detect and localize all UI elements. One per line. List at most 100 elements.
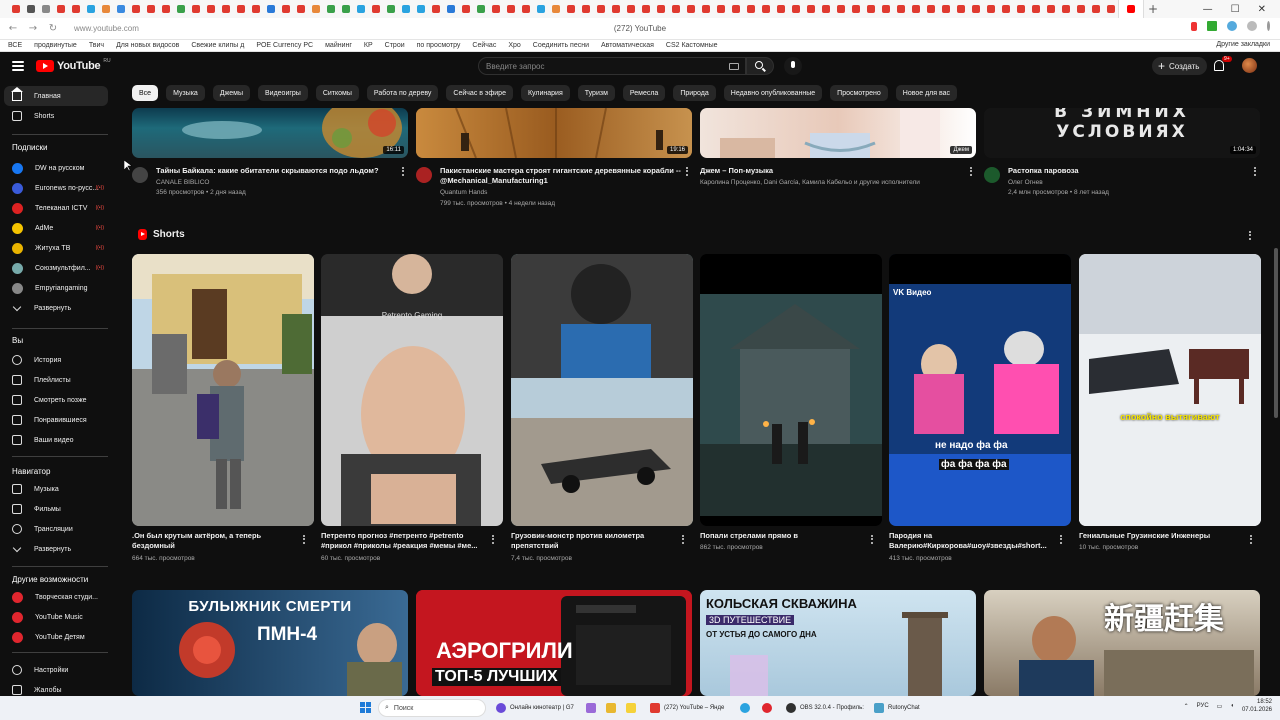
- video-title[interactable]: Джем – Поп-музыка: [700, 166, 962, 176]
- sidebar-subscription[interactable]: Житуха ТВ ((•)): [4, 238, 108, 258]
- short-thumbnail[interactable]: [700, 254, 882, 526]
- short-more-icon[interactable]: [682, 535, 685, 545]
- browser-tab[interactable]: [803, 0, 818, 18]
- browser-tab[interactable]: [293, 0, 308, 18]
- browser-tab[interactable]: [83, 0, 98, 18]
- browser-tab[interactable]: [173, 0, 188, 18]
- sidebar-subscription[interactable]: Empyriangaming: [4, 278, 108, 298]
- video-thumbnail[interactable]: АЭРОГРИЛИ ТОП-5 ЛУЧШИХ: [416, 590, 692, 696]
- taskbar-app-folder[interactable]: [606, 699, 616, 717]
- sidebar-subscription[interactable]: Союзмультфил... ((•)): [4, 258, 108, 278]
- browser-tab[interactable]: [728, 0, 743, 18]
- short-title[interactable]: Гениальные Грузинские Инженеры: [1079, 531, 1244, 541]
- taskbar-app-notes[interactable]: [626, 699, 636, 717]
- network-icon[interactable]: ▭: [1217, 703, 1223, 710]
- back-icon[interactable]: ←: [6, 23, 20, 34]
- subscriptions-heading[interactable]: Подписки: [12, 143, 47, 152]
- browser-tab[interactable]: [338, 0, 353, 18]
- chip-1[interactable]: Музыка: [166, 85, 205, 101]
- extension-icon[interactable]: [1227, 21, 1237, 31]
- short-more-icon[interactable]: [492, 535, 495, 545]
- chip-4[interactable]: Ситкомы: [315, 85, 359, 101]
- sidebar-subscription[interactable]: Телеканал ICTV ((•)): [4, 198, 108, 218]
- browser-tab[interactable]: [998, 0, 1013, 18]
- windows-start-icon[interactable]: [360, 702, 371, 713]
- browser-tab[interactable]: [128, 0, 143, 18]
- browser-tab[interactable]: [158, 0, 173, 18]
- video-title[interactable]: Пакистанские мастера строят гигантские д…: [440, 166, 684, 186]
- browser-tab[interactable]: [98, 0, 113, 18]
- taskbar-app-opera[interactable]: [762, 699, 772, 717]
- voice-search-button[interactable]: [784, 57, 802, 75]
- bookmark-item[interactable]: по просмотру: [417, 42, 461, 49]
- taskbar-app-telegram[interactable]: [740, 699, 750, 717]
- browser-tab[interactable]: [1043, 0, 1058, 18]
- volume-icon[interactable]: ◖: [1230, 703, 1234, 709]
- video-thumbnail[interactable]: БУЛЫЖНИК СМЕРТИ ПМН-4: [132, 590, 408, 696]
- maximize-icon[interactable]: ☐: [1231, 4, 1240, 15]
- bookmark-item[interactable]: КР: [364, 42, 373, 49]
- taskbar-app-kinoteatr[interactable]: Онлайн кинотеатр | G7: [496, 699, 574, 717]
- browser-tab[interactable]: [218, 0, 233, 18]
- chip-8[interactable]: Туризм: [577, 85, 615, 101]
- sidebar-item-flag[interactable]: Жалобы: [4, 680, 108, 696]
- bookmark-item[interactable]: Хро: [508, 42, 520, 49]
- short-more-icon[interactable]: [1060, 535, 1063, 545]
- sidebar-item-yt-kids[interactable]: YouTube Детям: [4, 627, 108, 647]
- browser-tab[interactable]: [968, 0, 983, 18]
- sidebar-subscription[interactable]: DW на русском: [4, 158, 108, 178]
- chip-3[interactable]: Видеоигры: [258, 85, 308, 101]
- bookmark-item[interactable]: Автоматическая: [601, 42, 654, 49]
- bookmark-item[interactable]: CS2 Кастомные: [666, 42, 718, 49]
- short-more-icon[interactable]: [1250, 535, 1253, 545]
- video-channel[interactable]: Каролина Проценко, Dani García, Камила К…: [700, 178, 962, 188]
- profile-icon[interactable]: [1247, 21, 1257, 31]
- sidebar-item-film[interactable]: Фильмы: [4, 499, 108, 519]
- browser-tab[interactable]: [548, 0, 563, 18]
- sidebar-expand[interactable]: Развернуть: [4, 298, 108, 318]
- short-thumbnail[interactable]: Petrento Gaming: [321, 254, 503, 526]
- shorts-more-icon[interactable]: [1249, 231, 1252, 241]
- short-title[interactable]: Грузовик-монстр против километра препятс…: [511, 531, 676, 551]
- sidebar-item-music[interactable]: Музыка: [4, 479, 108, 499]
- browser-tab[interactable]: [668, 0, 683, 18]
- browser-menu-icon[interactable]: [1267, 21, 1270, 31]
- sidebar-item-studio[interactable]: Творческая студи...: [4, 587, 108, 607]
- browser-tab[interactable]: [473, 0, 488, 18]
- new-tab-button[interactable]: +: [1148, 2, 1158, 16]
- browser-tab[interactable]: [503, 0, 518, 18]
- browser-tab[interactable]: [518, 0, 533, 18]
- video-more-icon[interactable]: [970, 167, 973, 177]
- search-input[interactable]: Введите запрос: [478, 57, 746, 75]
- browser-tab[interactable]: [263, 0, 278, 18]
- video-more-icon[interactable]: [1254, 167, 1257, 177]
- account-avatar[interactable]: [1242, 58, 1257, 73]
- forward-icon[interactable]: →: [26, 23, 40, 34]
- browser-tab[interactable]: [833, 0, 848, 18]
- download-icon[interactable]: [1207, 21, 1217, 31]
- browser-tab[interactable]: [353, 0, 368, 18]
- bookmark-item[interactable]: Твич: [89, 42, 104, 49]
- browser-tab[interactable]: [713, 0, 728, 18]
- video-channel[interactable]: Олег Огнев: [1008, 178, 1043, 188]
- tab-youtube-active[interactable]: [1118, 0, 1144, 18]
- browser-tab[interactable]: [278, 0, 293, 18]
- browser-tab[interactable]: [773, 0, 788, 18]
- browser-tab[interactable]: [848, 0, 863, 18]
- bookmark-star-icon[interactable]: [1191, 21, 1197, 31]
- taskbar-app-rutonychat[interactable]: RutonyChat: [874, 699, 920, 717]
- video-title[interactable]: Тайны Байкала: какие обитатели скрываютс…: [156, 166, 392, 176]
- browser-tab[interactable]: [1013, 0, 1028, 18]
- bookmark-item[interactable]: Свежие клипы д: [191, 42, 244, 49]
- sidebar-item-gear[interactable]: Настройки: [4, 660, 108, 680]
- browser-tab[interactable]: [1028, 0, 1043, 18]
- notifications-bell-icon[interactable]: [1214, 60, 1224, 71]
- short-title[interactable]: Попали стрелами прямо в: [700, 531, 865, 541]
- chip-13[interactable]: Новое для вас: [895, 85, 958, 101]
- browser-tab[interactable]: [863, 0, 878, 18]
- browser-tab[interactable]: [428, 0, 443, 18]
- short-title[interactable]: Пародия на Валерию#Киркорова#шоу#звезды#…: [889, 531, 1054, 551]
- short-title[interactable]: Петренто прогноз #петренто #petrento #пр…: [321, 531, 486, 551]
- channel-avatar[interactable]: [132, 167, 148, 183]
- other-bookmarks[interactable]: Другие закладки: [1216, 41, 1270, 48]
